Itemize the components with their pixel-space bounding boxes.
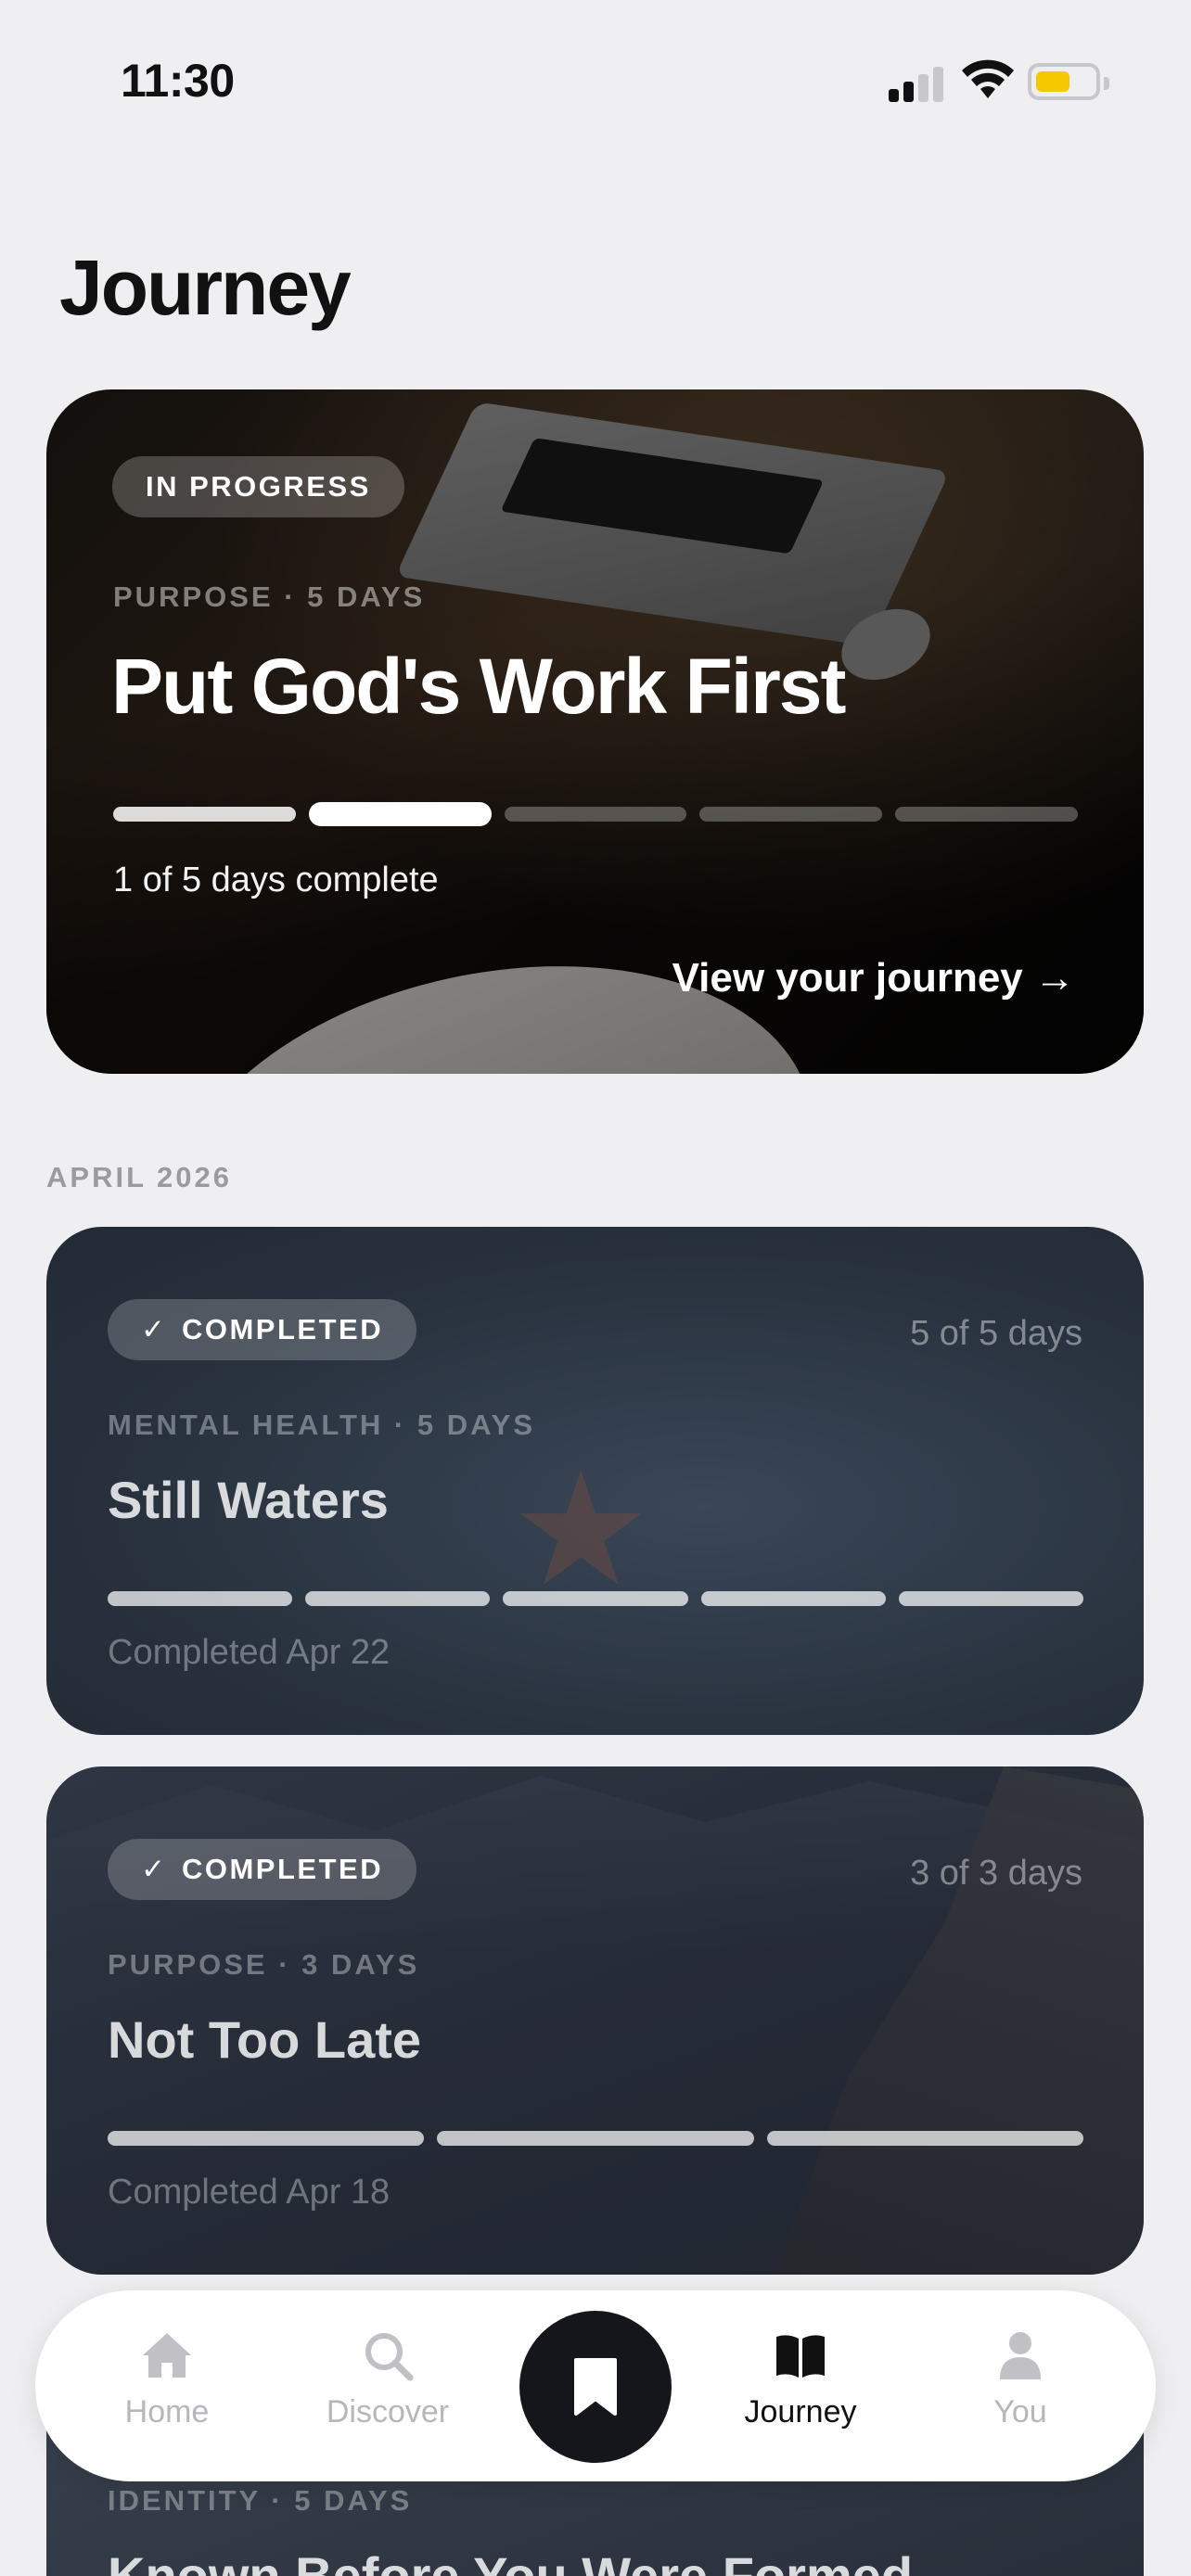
progress-segment bbox=[503, 1591, 688, 1606]
journey-title: Put God's Work First bbox=[111, 643, 846, 730]
wifi-icon bbox=[962, 59, 1014, 98]
journey-title: Known Before You Were Formed bbox=[108, 2546, 914, 2576]
completed-date: Completed Apr 18 bbox=[108, 2173, 391, 2212]
progress-segment bbox=[305, 1591, 491, 1606]
progress-segment bbox=[437, 2131, 754, 2146]
completed-badge: ✓ COMPLETED bbox=[108, 1299, 417, 1360]
completed-badge: ✓ COMPLETED bbox=[108, 1839, 417, 1900]
badge-label: COMPLETED bbox=[181, 1853, 384, 1885]
status-badge: IN PROGRESS bbox=[112, 456, 404, 517]
progress-segment bbox=[766, 2131, 1083, 2146]
cellular-signal-icon bbox=[889, 63, 948, 102]
nav-label: Discover bbox=[326, 2394, 450, 2429]
current-journey-card[interactable]: IN PROGRESS PURPOSE · 5 DAYS Put God's W… bbox=[46, 389, 1144, 1074]
bookmark-icon bbox=[574, 2358, 617, 2416]
progress-segment bbox=[108, 2131, 425, 2146]
check-icon: ✓ bbox=[141, 1313, 165, 1345]
progress-segment bbox=[108, 1591, 293, 1606]
progress-label: 1 of 5 days complete bbox=[113, 861, 439, 899]
nav-item-home[interactable]: Home bbox=[74, 2327, 260, 2430]
starfish-image: ★ bbox=[510, 1442, 652, 1618]
days-count: 3 of 3 days bbox=[910, 1854, 1082, 1893]
page-title: Journey bbox=[59, 244, 352, 331]
nav-item-journey[interactable]: Journey bbox=[708, 2327, 893, 2430]
progress-segment bbox=[895, 807, 1078, 822]
progress-segment bbox=[898, 1591, 1084, 1606]
journey-title: Not Too Late bbox=[108, 2010, 422, 2069]
completed-date: Completed Apr 22 bbox=[108, 1633, 391, 1672]
days-count: 5 of 5 days bbox=[910, 1314, 1082, 1353]
progress-segment bbox=[700, 1591, 886, 1606]
bookmark-button[interactable] bbox=[519, 2311, 672, 2463]
search-icon bbox=[365, 2333, 414, 2381]
journey-title: Still Waters bbox=[108, 1471, 389, 1529]
progress-segment bbox=[504, 807, 687, 822]
status-bar: 11:30 bbox=[0, 0, 1191, 158]
progress-segment bbox=[308, 802, 492, 826]
nav-label: Journey bbox=[744, 2394, 857, 2429]
nav-label: You bbox=[993, 2394, 1047, 2429]
nav-item-you[interactable]: You bbox=[928, 2327, 1113, 2430]
view-journey-link[interactable]: View your journey → bbox=[672, 955, 1075, 1001]
nav-label: Home bbox=[124, 2394, 210, 2429]
home-icon bbox=[143, 2333, 191, 2378]
journey-progress-bar bbox=[108, 2131, 1083, 2146]
section-label: APRIL 2026 bbox=[46, 1161, 233, 1193]
badge-label: COMPLETED bbox=[181, 1313, 384, 1345]
journey-meta: MENTAL HEALTH · 5 DAYS bbox=[108, 1409, 535, 1441]
battery-icon bbox=[1028, 63, 1109, 100]
journey-progress-bar bbox=[108, 1591, 1084, 1606]
completed-journey-card[interactable]: ★ ✓ COMPLETED 5 of 5 days MENTAL HEALTH … bbox=[46, 1227, 1144, 1735]
journey-meta: IDENTITY · 5 DAYS bbox=[108, 2484, 413, 2517]
journey-meta: PURPOSE · 3 DAYS bbox=[108, 1948, 420, 1981]
book-icon bbox=[776, 2335, 825, 2378]
check-icon: ✓ bbox=[141, 1853, 165, 1885]
journey-meta: PURPOSE · 5 DAYS bbox=[113, 580, 426, 613]
nav-item-discover[interactable]: Discover bbox=[295, 2327, 480, 2430]
completed-journey-card[interactable]: ✓ COMPLETED 3 of 3 days PURPOSE · 3 DAYS… bbox=[46, 1766, 1144, 2275]
progress-segment bbox=[699, 807, 883, 822]
journey-progress-bar bbox=[113, 802, 1078, 826]
status-time: 11:30 bbox=[121, 55, 235, 107]
bottom-nav: Home Discover Journey You bbox=[35, 2290, 1156, 2481]
progress-segment bbox=[113, 807, 296, 822]
person-icon bbox=[1000, 2332, 1041, 2379]
